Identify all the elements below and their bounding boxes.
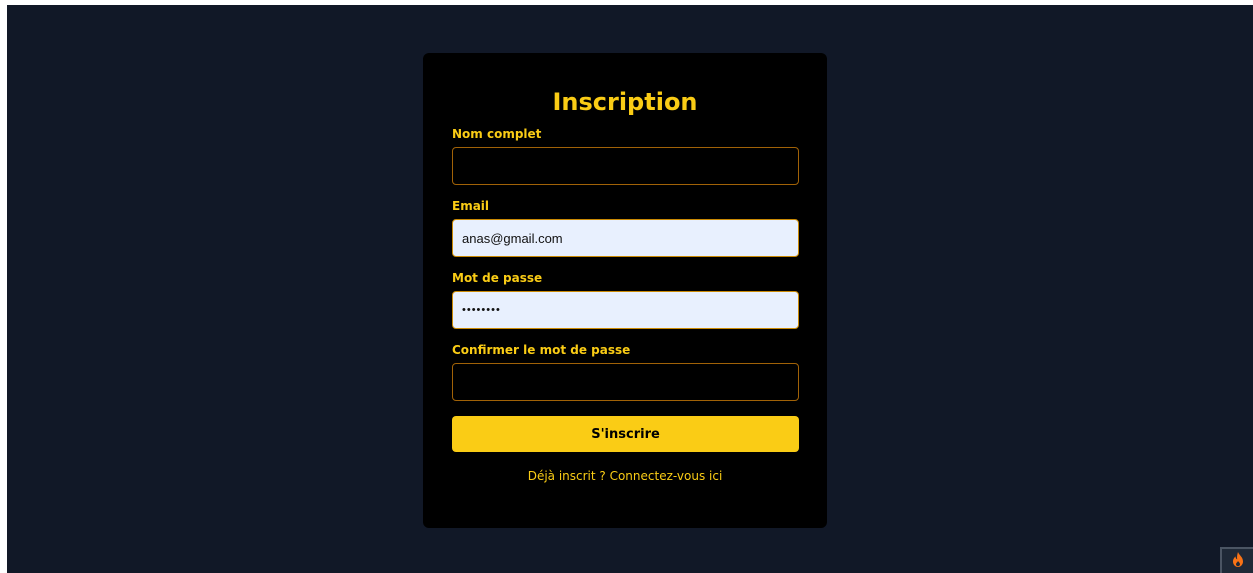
password-input[interactable] [452, 291, 799, 329]
email-label: Email [452, 199, 490, 213]
full-name-label: Nom complet [452, 127, 542, 141]
full-name-input[interactable] [452, 147, 799, 185]
login-prompt: Déjà inscrit ? Connectez-vous ici [452, 469, 798, 483]
signup-button[interactable]: S'inscrire [452, 416, 799, 452]
corner-widget-button[interactable] [1220, 547, 1253, 573]
password-label: Mot de passe [452, 271, 543, 285]
flame-icon [1232, 551, 1244, 571]
login-link[interactable]: Déjà inscrit ? Connectez-vous ici [528, 469, 723, 483]
confirm-password-input[interactable] [452, 363, 799, 401]
page-title: Inscription [552, 88, 698, 116]
signup-card: Inscription Nom complet Email Mot de pas… [423, 53, 827, 528]
email-input[interactable] [452, 219, 799, 257]
confirm-password-label: Confirmer le mot de passe [452, 343, 631, 357]
page-background: Inscription Nom complet Email Mot de pas… [7, 5, 1253, 573]
